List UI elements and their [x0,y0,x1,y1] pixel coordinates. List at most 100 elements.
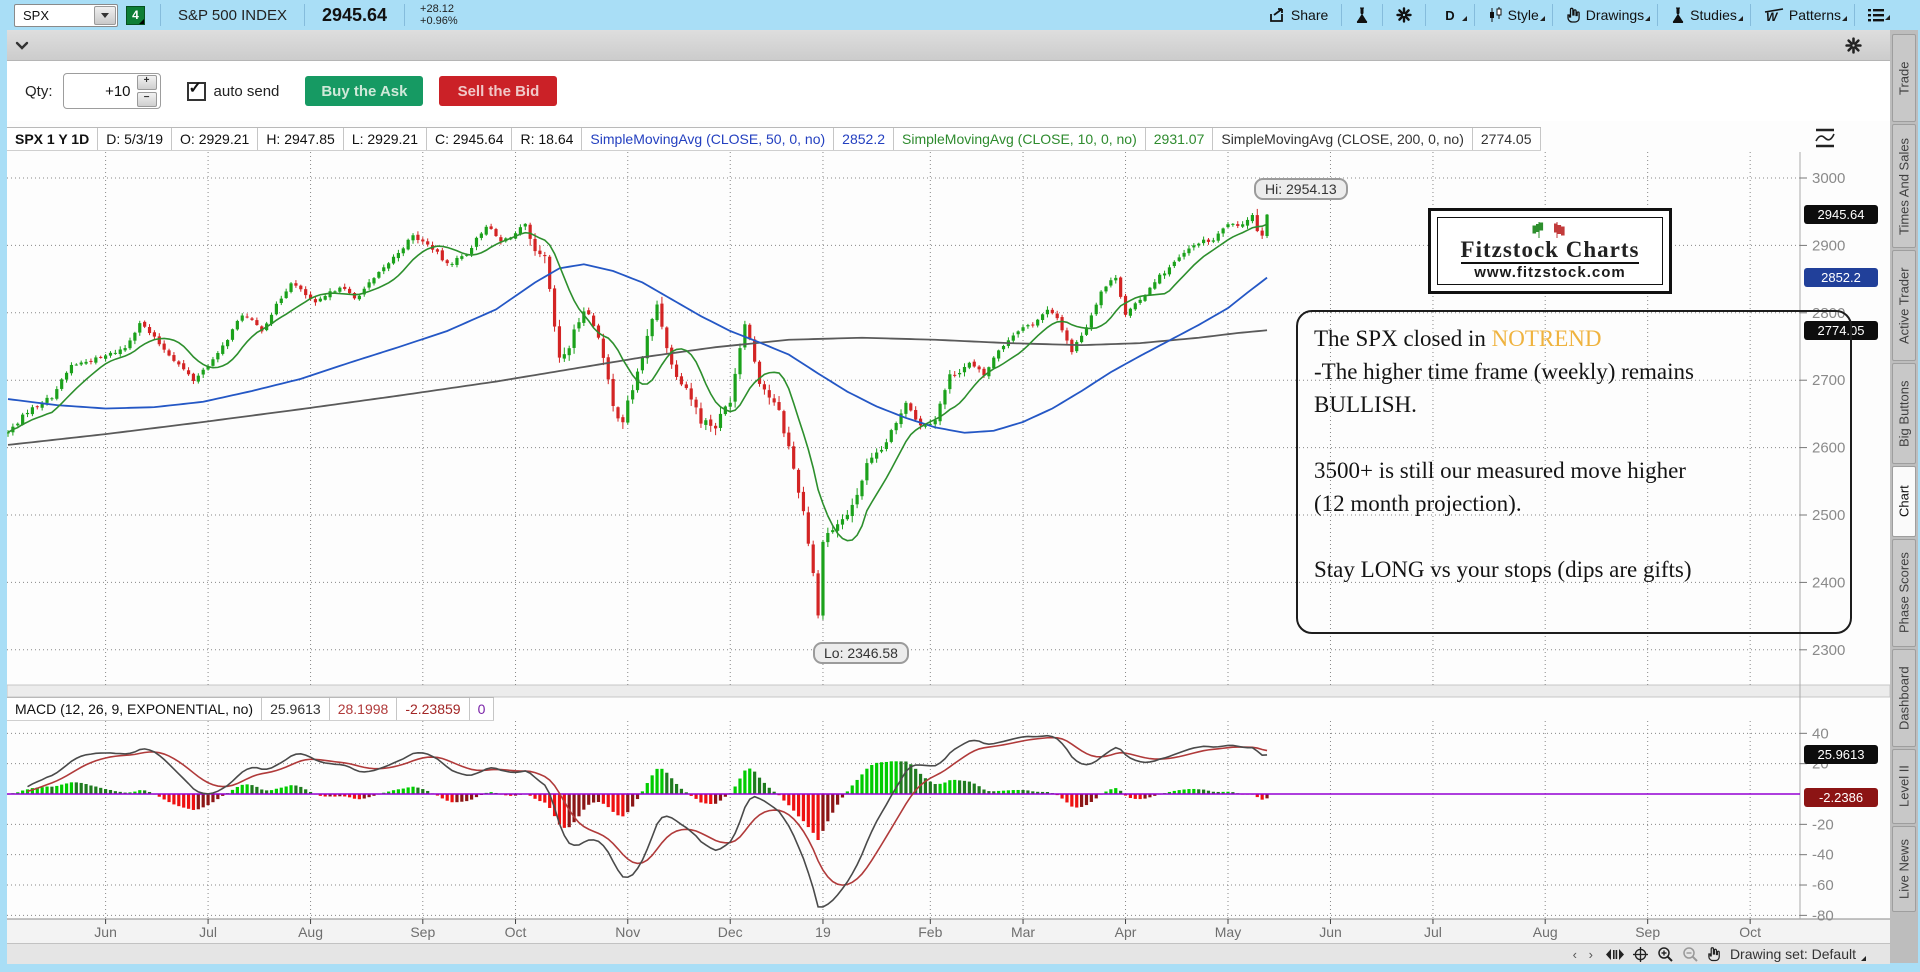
chart-scrollbar[interactable]: ‹ › Drawing set: Default [7,943,1890,964]
quantity-stepper[interactable]: +10 + − [63,73,161,109]
header-cell: R: 18.64 [512,128,582,150]
sell-the-bid-button[interactable]: Sell the Bid [439,76,557,106]
divider [1750,4,1751,26]
svg-text:-20: -20 [1812,816,1834,833]
sidebar-tab-times-and-sales[interactable]: Times And Sales [1892,124,1916,248]
sidebar-tab-dashboard[interactable]: Dashboard [1892,649,1916,747]
order-panel-strip [7,30,1890,61]
sidebar-tab-level-ii[interactable]: Level II [1892,749,1916,824]
chart-header-row: SPX 1 Y 1DD: 5/3/19O: 2929.21H: 2947.85L… [7,127,1541,151]
header-cell: SimpleMovingAvg (CLOSE, 200, 0, no) [1213,128,1473,150]
svg-text:3000: 3000 [1812,170,1845,187]
high-price-bubble: Hi: 2954.13 [1254,178,1348,200]
crosshair-icon[interactable] [1633,947,1648,962]
symbol-input[interactable]: SPX [14,4,118,27]
pan-hand-icon[interactable] [1707,946,1721,962]
header-cell: O: 2929.21 [172,128,258,150]
qty-decrease-button[interactable]: − [137,92,157,107]
note-line: BULLISH. [1314,388,1834,421]
svg-text:Oct: Oct [1739,924,1761,940]
menu-button[interactable] [1862,8,1890,22]
svg-text:Oct: Oct [505,924,527,940]
chart-panel: 300029002800270026002500240023004020-20-… [7,121,1890,963]
sidebar-tab-active-trader[interactable]: Active Trader [1892,250,1916,361]
header-cell: SimpleMovingAvg (CLOSE, 10, 0, no) [894,128,1146,150]
pan-left-right-arrows[interactable]: ‹ › [1573,947,1597,962]
macd-hist-axis-chip: -2.2386 [1804,788,1878,807]
sidebar-tab-big-buttons[interactable]: Big Buttons [1892,363,1916,464]
divider [1657,4,1658,26]
studies-button[interactable]: Studies [1665,7,1743,23]
auto-send-label: auto send [214,83,280,100]
sidebar-tab-phase-scores[interactable]: Phase Scores [1892,539,1916,647]
price-change: +28.12 +0.96% [420,3,458,27]
settings-button[interactable] [1390,7,1418,23]
studies-label: Studies [1690,7,1737,23]
symbol-value: SPX [15,8,94,23]
index-name: S&P 500 INDEX [178,7,287,24]
svg-text:-60: -60 [1812,877,1834,894]
svg-text:Jul: Jul [1424,924,1442,940]
divider [304,4,305,26]
symbol-dropdown-button[interactable] [94,6,116,25]
analysis-tools-button[interactable] [1349,7,1375,23]
svg-text:Dec: Dec [718,924,743,940]
patterns-button[interactable]: W Patterns [1758,7,1847,23]
header-cell: H: 2947.85 [258,128,344,150]
drawing-set-selector[interactable]: Drawing set: Default [1730,946,1866,962]
sidebar-tab-live-news[interactable]: Live News [1892,826,1916,912]
fitzstock-logo-box: Fitzstock Charts www.fitzstock.com [1428,208,1672,294]
gear-icon [1396,7,1412,23]
hand-icon [1566,7,1581,23]
divider [1474,4,1475,26]
header-cell: L: 2929.21 [344,128,427,150]
bar-spacing-icon[interactable] [1606,948,1624,961]
zoom-out-icon[interactable] [1682,946,1698,962]
divider [1341,4,1342,26]
header-cell: 2931.07 [1146,128,1214,150]
note-line: -The higher time frame (weekly) remains [1314,355,1834,388]
last-price: 2945.64 [322,5,387,26]
auto-send-checkbox[interactable]: auto send [187,82,280,101]
header-cell: SimpleMovingAvg (CLOSE, 50, 0, no) [582,128,834,150]
notrend-highlight: NOTREND [1492,326,1602,351]
analyst-note-box[interactable]: The SPX closed in NOTREND -The higher ti… [1296,310,1852,634]
buy-the-ask-button[interactable]: Buy the Ask [305,76,423,106]
link-group-badge[interactable]: 4 [126,6,145,25]
header-cell: MACD (12, 26, 9, EXPONENTIAL, no) [7,698,262,720]
qty-label: Qty: [25,83,53,100]
interval-button[interactable]: D [1433,8,1466,23]
style-button[interactable]: Style [1482,7,1545,23]
qty-increase-button[interactable]: + [137,75,157,90]
svg-text:W: W [1766,10,1779,23]
divider [1552,4,1553,26]
logo-candles-icon [1527,222,1573,238]
low-price-bubble: Lo: 2346.58 [813,642,909,664]
header-cell: 28.1998 [330,698,398,720]
divider [1382,4,1383,26]
share-button[interactable]: Share [1263,7,1334,23]
sidebar-tab-chart[interactable]: Chart [1892,466,1916,537]
collapse-chevron-icon[interactable] [15,41,29,50]
pane-style-icon[interactable] [1813,127,1837,149]
header-cell: 25.9613 [262,698,330,720]
note-line: Stay LONG vs your stops (dips are gifts) [1314,553,1834,586]
flask-icon [1355,7,1369,23]
zoom-in-icon[interactable] [1657,946,1673,962]
top-toolbar: SPX 4 S&P 500 INDEX 2945.64 +28.12 +0.96… [0,0,1920,30]
note-line: (12 month projection). [1314,487,1834,520]
header-cell: 0 [470,698,495,720]
svg-text:Sep: Sep [410,924,435,940]
style-label: Style [1508,7,1539,23]
flask-icon [1671,7,1685,23]
drawings-button[interactable]: Drawings [1560,7,1650,23]
sidebar-tab-trade[interactable]: Trade [1892,34,1916,122]
fitzstock-logo-inner: Fitzstock Charts www.fitzstock.com [1437,217,1663,285]
note-lines: -The higher time frame (weekly) remainsB… [1314,355,1834,586]
svg-text:Aug: Aug [1533,924,1558,940]
note-line [1314,421,1834,454]
note-line: 3500+ is still our measured move higher [1314,454,1834,487]
header-cell: D: 5/3/19 [98,128,172,150]
gear-icon[interactable] [1845,37,1862,54]
svg-text:2300: 2300 [1812,642,1845,659]
